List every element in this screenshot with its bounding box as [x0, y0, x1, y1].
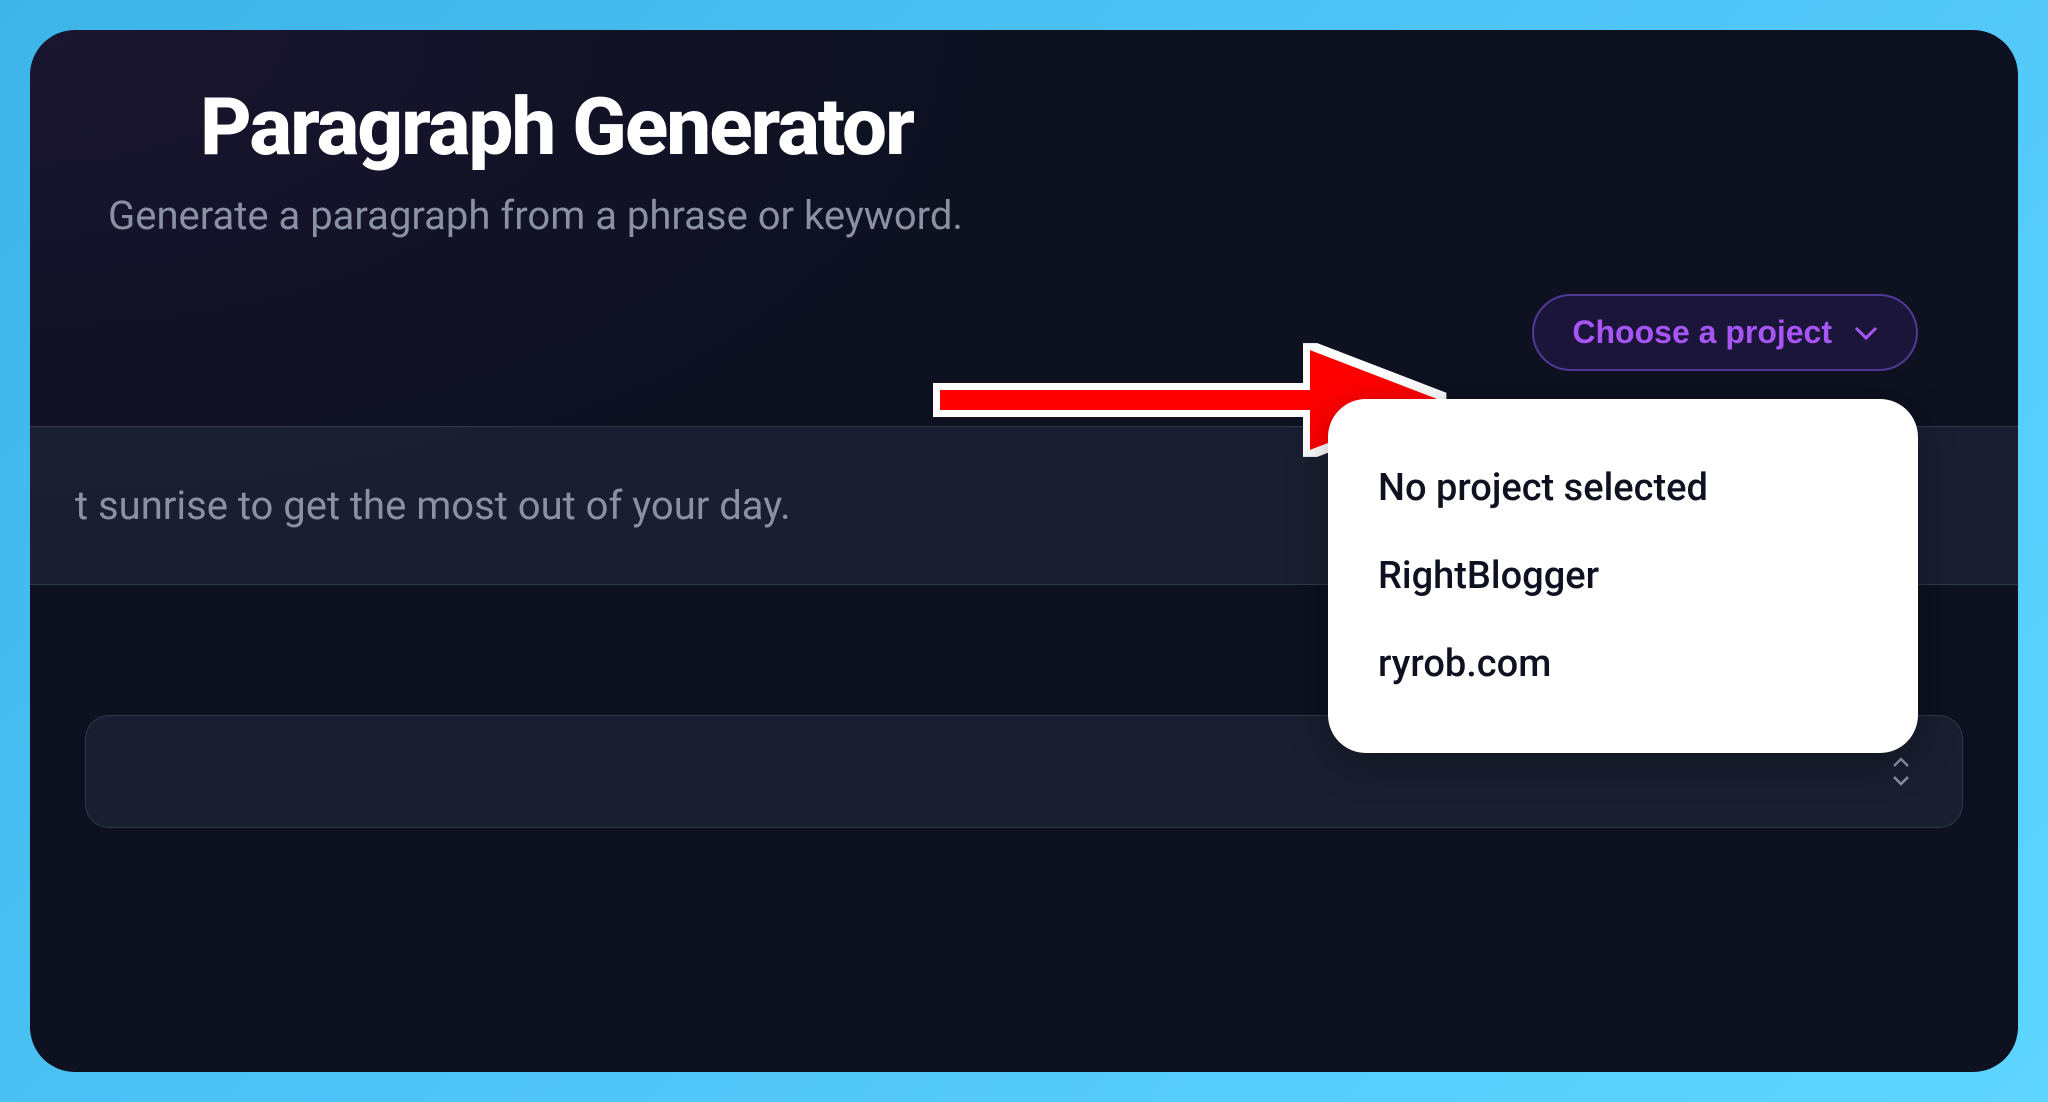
project-dropdown-menu: No project selected RightBlogger ryrob.c…: [1328, 399, 1918, 753]
chevron-down-icon: [1854, 321, 1878, 345]
dropdown-option-no-project[interactable]: No project selected: [1378, 444, 1868, 532]
choose-project-label: Choose a project: [1572, 314, 1832, 351]
page-subtitle: Generate a paragraph from a phrase or ke…: [30, 192, 2018, 239]
app-panel: Paragraph Generator Generate a paragraph…: [30, 30, 2018, 1072]
choose-project-button[interactable]: Choose a project: [1532, 294, 1918, 371]
dropdown-option-ryrob[interactable]: ryrob.com: [1378, 620, 1868, 708]
dropdown-option-rightblogger[interactable]: RightBlogger: [1378, 532, 1868, 620]
keyword-input-text: t sunrise to get the most out of your da…: [75, 482, 791, 529]
project-selector-row: Choose a project No project selected Rig…: [30, 294, 2018, 371]
page-title: Paragraph Generator: [30, 80, 2018, 174]
sort-updown-icon: [1890, 756, 1912, 787]
